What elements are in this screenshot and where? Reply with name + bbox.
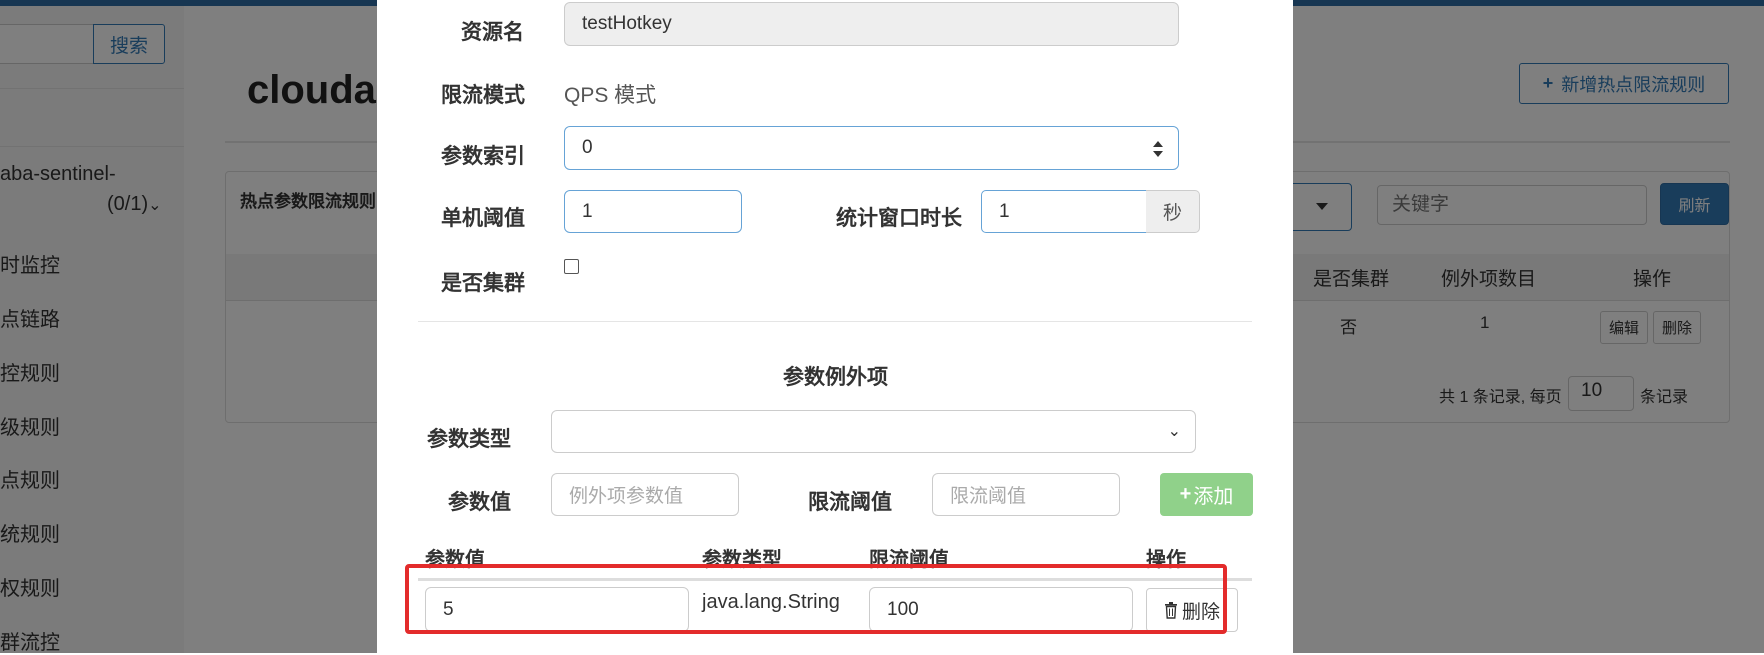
mode-value: QPS 模式 (564, 84, 657, 107)
modal-divider (418, 321, 1252, 322)
cluster-label: 是否集群 (441, 272, 525, 295)
threshold-label: 单机阈值 (441, 207, 525, 230)
number-spinner-icon[interactable] (1152, 139, 1164, 159)
plus-icon: + (1179, 483, 1192, 505)
exception-limit-input[interactable]: 限流阈值 (932, 473, 1120, 516)
window-unit-addon: 秒 (1146, 190, 1200, 233)
resource-name-field: testHotkey (564, 2, 1179, 46)
param-type-select[interactable]: ⌄ (551, 410, 1196, 453)
resource-label: 资源名 (461, 21, 524, 44)
exceptions-section-title: 参数例外项 (783, 366, 888, 389)
limit-label: 限流阈值 (808, 491, 892, 514)
add-exception-button[interactable]: + 添加 (1160, 473, 1253, 516)
modal-body (397, 0, 1272, 653)
cluster-checkbox[interactable] (564, 259, 579, 274)
param-index-label: 参数索引 (441, 145, 525, 168)
mode-label: 限流模式 (441, 84, 525, 107)
window-duration-input[interactable]: 1 (981, 190, 1147, 233)
param-index-input[interactable]: 0 (564, 126, 1179, 170)
highlight-box (405, 564, 1227, 634)
chevron-down-icon: ⌄ (1167, 423, 1181, 440)
window-label: 统计窗口时长 (836, 207, 962, 230)
exception-value-input[interactable]: 例外项参数值 (551, 473, 739, 516)
param-type-label: 参数类型 (427, 428, 511, 451)
param-value-label: 参数值 (448, 491, 511, 514)
threshold-input[interactable]: 1 (564, 190, 742, 233)
